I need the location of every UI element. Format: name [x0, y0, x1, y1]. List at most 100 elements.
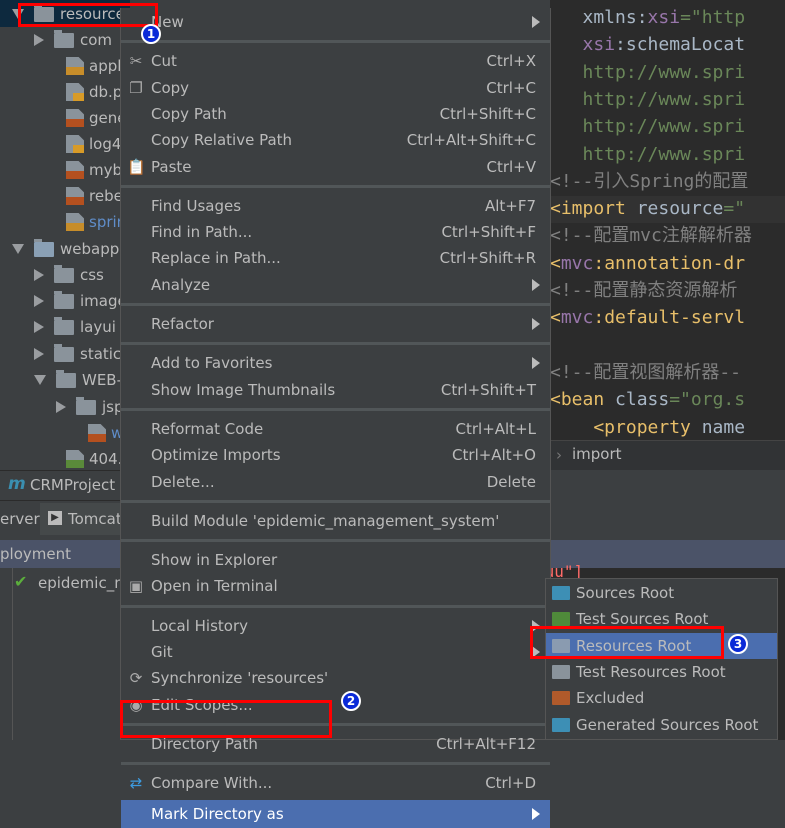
code-token: :default-servl — [593, 307, 746, 329]
menu-item-synchronize-resources[interactable]: ⟳ Synchronize 'resources' — [121, 665, 550, 691]
submenu-arrow-icon — [532, 807, 540, 820]
tree-item[interactable]: layui — [34, 314, 116, 340]
code-line: http://www.spri — [550, 141, 746, 168]
menu-item-mark-directory-as[interactable]: Mark Directory as — [121, 799, 550, 828]
tab-tomcat[interactable]: ▶ Tomcat — [40, 503, 130, 535]
code-token: http://www.spri — [550, 61, 746, 83]
chevron-right-icon[interactable] — [56, 401, 66, 413]
code-token: <!--配置静态资源解析 — [550, 280, 738, 301]
menu-item-find-usages[interactable]: Find Usages Alt+F7 — [121, 193, 550, 219]
menu-item-label: Find in Path... — [151, 223, 253, 242]
code-token: <!--引入Spring的配置 — [550, 170, 749, 192]
menu-item-cut[interactable]: ✂ Cut Ctrl+X — [121, 48, 550, 74]
menu-item-analyze[interactable]: Analyze — [121, 272, 550, 298]
menu-item-label: Build Module 'epidemic_management_system… — [151, 511, 500, 530]
menu-item-label: Open in Terminal — [151, 577, 278, 596]
test-sources-root-folder-icon — [552, 612, 570, 627]
sync-icon: ⟳ — [129, 669, 143, 688]
code-token: mvc — [560, 252, 594, 274]
menu-item-git[interactable]: Git — [121, 639, 550, 665]
copy-icon: ❐ — [129, 78, 143, 97]
menu-item-shortcut: Ctrl+C — [486, 78, 536, 97]
menu-item-shortcut: Alt+F7 — [484, 196, 536, 215]
tree-item[interactable]: jsp — [56, 394, 124, 420]
chevron-right-icon[interactable] — [34, 34, 44, 46]
menu-item-find-in-path[interactable]: Find in Path... Ctrl+Shift+F — [121, 219, 550, 245]
submenu-item-test-resources-root[interactable]: Test Resources Root — [546, 659, 777, 685]
menu-item-open-in-terminal[interactable]: ▣ Open in Terminal — [121, 573, 550, 599]
deployment-item[interactable]: epidemic_m — [38, 574, 129, 592]
code-line: <import resource=" — [550, 195, 745, 222]
menu-item-shortcut: Ctrl+D — [485, 774, 536, 793]
submenu-item-generated-sources-root[interactable]: Generated Sources Root — [546, 712, 777, 738]
clipboard-icon: 📋 — [127, 157, 146, 176]
excluded-folder-icon — [552, 691, 570, 706]
breadcrumb-bar: › import — [550, 440, 785, 470]
menu-item-label: Synchronize 'resources' — [151, 669, 329, 688]
tree-item[interactable]: webapp — [12, 236, 119, 262]
submenu-item-label: Excluded — [576, 689, 645, 708]
menu-item-local-history[interactable]: Local History — [121, 613, 550, 639]
menu-item-paste[interactable]: 📋 Paste Ctrl+V — [121, 154, 550, 180]
html-file-icon — [66, 450, 84, 468]
menu-item-add-to-favorites[interactable]: Add to Favorites — [121, 350, 550, 376]
submenu-item-excluded[interactable]: Excluded — [546, 685, 777, 711]
menu-item-refactor[interactable]: Refactor — [121, 311, 550, 337]
code-token: <!--配置视图解析器-- — [550, 361, 742, 383]
code-token: <property — [550, 416, 702, 438]
test-resources-root-folder-icon — [552, 664, 570, 679]
tree-item-label: static — [80, 345, 122, 363]
code-token: ="org.s — [669, 389, 746, 411]
menu-separator — [121, 303, 550, 306]
breadcrumb-item[interactable]: import — [572, 445, 622, 463]
chevron-right-icon[interactable] — [34, 321, 44, 333]
code-line: xsi:schemaLocat — [550, 31, 746, 58]
submenu-arrow-icon — [532, 357, 540, 370]
menu-item-copy-relative-path[interactable]: Copy Relative Path Ctrl+Alt+Shift+C — [121, 127, 550, 153]
chevron-right-icon[interactable] — [34, 348, 44, 360]
project-name[interactable]: CRMProject — [30, 476, 115, 494]
xml-file-icon — [66, 109, 84, 127]
menu-item-replace-in-path[interactable]: Replace in Path... Ctrl+Shift+R — [121, 245, 550, 271]
menu-item-label: Delete... — [151, 472, 215, 491]
code-editor[interactable]: › import xmlns:xsi="http xsi:schemaLocat… — [550, 0, 785, 470]
tab-tomcat-label: Tomcat — [68, 510, 122, 528]
menu-item-build-module-epidemic-management-system[interactable]: Build Module 'epidemic_management_system… — [121, 508, 550, 534]
menu-item-copy-path[interactable]: Copy Path Ctrl+Shift+C — [121, 101, 550, 127]
menu-item-shortcut: Ctrl+Alt+F12 — [436, 734, 536, 753]
menu-item-shortcut: Ctrl+Alt+Shift+C — [406, 131, 536, 150]
code-line: <mvc:default-servl — [550, 304, 745, 331]
spring-xml-file-icon — [66, 57, 84, 75]
maven-icon: m — [8, 474, 26, 494]
menu-item-show-image-thumbnails[interactable]: Show Image Thumbnails Ctrl+Shift+T — [121, 377, 550, 403]
tree-item[interactable]: css — [34, 262, 104, 288]
menu-item-show-in-explorer[interactable]: Show in Explorer — [121, 547, 550, 573]
menu-item-optimize-imports[interactable]: Optimize Imports Ctrl+Alt+O — [121, 442, 550, 468]
code-line: http://www.spri — [550, 113, 746, 140]
code-token: xsi — [582, 34, 616, 56]
tab-server[interactable]: erver — [0, 510, 40, 528]
submenu-item-sources-root[interactable]: Sources Root — [546, 580, 777, 606]
context-menu: New ✂ Cut Ctrl+X ❐ Copy Ctrl+C Copy Path Ctrl+Sh… — [120, 8, 551, 828]
menu-item-reformat-code[interactable]: Reformat Code Ctrl+Alt+L — [121, 416, 550, 442]
code-token: xsi — [647, 7, 681, 28]
tree-item[interactable]: static — [34, 341, 121, 367]
code-token: mvc — [560, 307, 594, 329]
menu-item-delete[interactable]: Delete... Delete — [121, 469, 550, 495]
chevron-right-icon[interactable] — [34, 295, 44, 307]
menu-separator — [121, 40, 550, 44]
menu-item-new[interactable]: New — [121, 9, 550, 35]
code-token: <!--配置mvc注解解析器 — [550, 225, 752, 247]
menu-item-copy[interactable]: ❐ Copy Ctrl+C — [121, 75, 550, 101]
menu-item-compare-with[interactable]: ⇄ Compare With... Ctrl+D — [121, 770, 550, 796]
tree-item[interactable]: com — [34, 27, 112, 53]
tree-item[interactable]: WEB-I — [34, 367, 126, 393]
chevron-down-icon[interactable] — [12, 244, 24, 254]
chevron-down-icon[interactable] — [34, 375, 46, 385]
folder-icon — [54, 29, 74, 48]
compare-icon: ⇄ — [129, 774, 143, 793]
chevron-right-icon[interactable] — [34, 269, 44, 281]
tree-item[interactable]: image — [34, 288, 127, 314]
tree-item-label: com — [80, 31, 113, 49]
project-bar: m CRMProject — [0, 470, 130, 500]
